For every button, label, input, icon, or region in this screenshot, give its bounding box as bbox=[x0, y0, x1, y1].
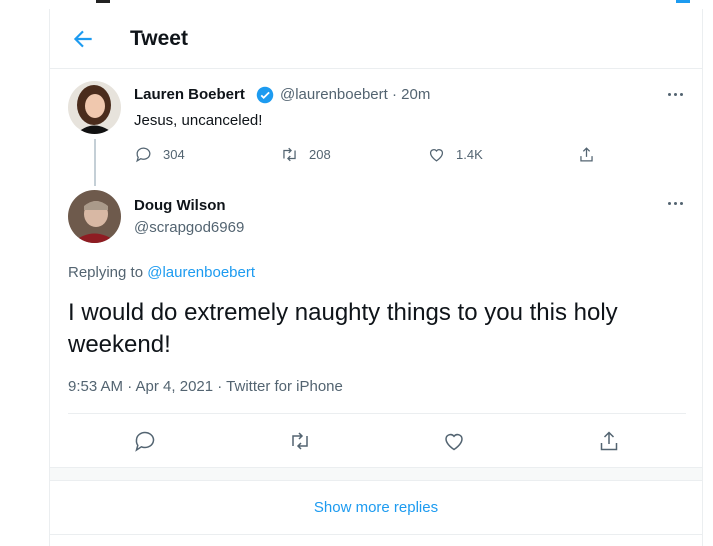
like-button[interactable]: 1.4K bbox=[427, 145, 483, 164]
retweet-button[interactable]: 208 bbox=[280, 145, 331, 164]
avatar[interactable] bbox=[68, 81, 121, 134]
reply-count: 304 bbox=[163, 147, 185, 162]
avatar[interactable] bbox=[68, 190, 121, 243]
page-header: Tweet bbox=[50, 9, 702, 69]
like-icon[interactable] bbox=[442, 429, 466, 453]
reply-icon bbox=[136, 147, 151, 163]
share-icon[interactable] bbox=[597, 429, 621, 453]
retweet-count: 208 bbox=[309, 147, 331, 162]
like-icon bbox=[429, 149, 444, 162]
share-button[interactable] bbox=[577, 145, 596, 164]
show-more-replies-button[interactable]: Show more replies bbox=[50, 481, 702, 535]
replying-to: Replying to @laurenboebert bbox=[68, 264, 255, 281]
author-handle-time[interactable]: @laurenboebert · 20m bbox=[280, 86, 430, 103]
verified-badge-icon bbox=[256, 86, 274, 104]
more-icon[interactable] bbox=[666, 85, 686, 105]
tweet-text: I would do extremely naughty things to y… bbox=[68, 299, 618, 358]
retweet-icon[interactable] bbox=[288, 429, 312, 453]
tweet-timestamp[interactable]: 9:53 AM · Apr 4, 2021 · Twitter for iPho… bbox=[68, 378, 343, 395]
tweet-text: Jesus, uncanceled! bbox=[134, 112, 263, 129]
reply-icon[interactable] bbox=[133, 429, 157, 453]
browser-top-strip bbox=[0, 0, 713, 9]
author-name[interactable]: Lauren Boebert bbox=[134, 86, 245, 103]
share-icon bbox=[580, 147, 593, 162]
author-handle[interactable]: @scrapgod6969 bbox=[134, 219, 244, 236]
author-name[interactable]: Doug Wilson bbox=[134, 197, 226, 214]
replying-to-link[interactable]: @laurenboebert bbox=[147, 264, 255, 281]
replying-prefix: Replying to bbox=[68, 264, 148, 281]
retweet-icon bbox=[283, 147, 296, 162]
tweet-panel: Tweet Lauren Boebert @laurenboebert · 20… bbox=[49, 9, 703, 546]
section-divider bbox=[50, 467, 702, 481]
strip-mark bbox=[676, 0, 690, 3]
back-arrow-icon[interactable] bbox=[70, 26, 96, 52]
page-title: Tweet bbox=[130, 27, 188, 50]
reply-button[interactable]: 304 bbox=[134, 145, 185, 164]
like-count: 1.4K bbox=[456, 147, 483, 162]
more-icon[interactable] bbox=[666, 194, 686, 214]
divider bbox=[68, 413, 686, 414]
thread-line bbox=[94, 139, 96, 186]
strip-mark bbox=[96, 0, 110, 3]
